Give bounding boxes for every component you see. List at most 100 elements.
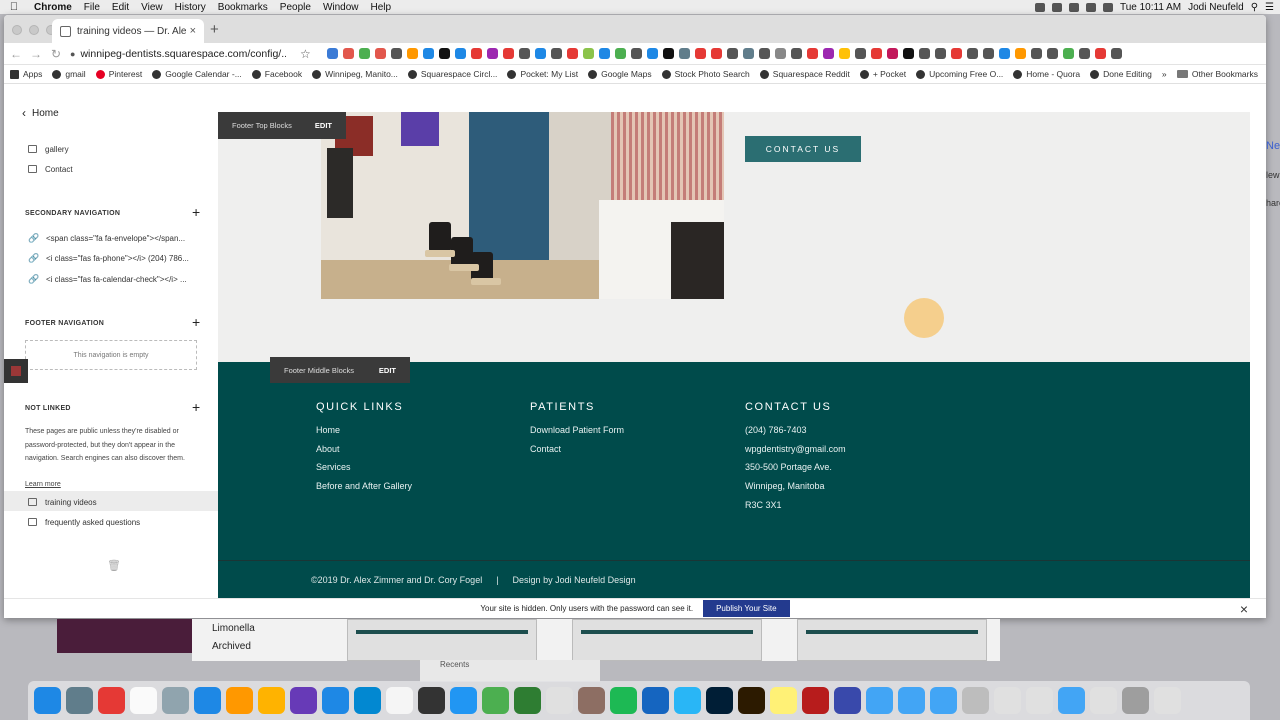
extension-icon[interactable]: [566, 48, 578, 59]
dock-app-icon[interactable]: [322, 687, 349, 714]
battery-icon[interactable]: [1102, 2, 1113, 12]
nav-item-training-videos[interactable]: training videos: [28, 494, 97, 510]
dock-app-icon[interactable]: [610, 687, 637, 714]
reload-icon[interactable]: ↻: [50, 47, 62, 61]
design-credit[interactable]: Design by Jodi Neufeld Design: [513, 575, 636, 585]
back-icon[interactable]: ←: [10, 47, 22, 61]
extension-icon[interactable]: [694, 48, 706, 59]
extension-icon[interactable]: [838, 48, 850, 59]
new-tab-button[interactable]: +: [210, 21, 219, 38]
menu-help[interactable]: Help: [365, 2, 398, 13]
footer-email[interactable]: wpgdentistry@gmail.com: [745, 440, 846, 459]
footer-link-gallery[interactable]: Before and After Gallery: [316, 477, 412, 496]
extension-icon[interactable]: [950, 48, 962, 59]
nav-link-calendar[interactable]: 🔗 <i class="fas fa-calendar-check"></i> .…: [28, 271, 187, 287]
extension-icon[interactable]: [518, 48, 530, 59]
home-back-link[interactable]: ‹ Home: [22, 106, 59, 120]
extension-icon[interactable]: [374, 48, 386, 59]
menu-file[interactable]: File: [78, 2, 106, 13]
extension-icon[interactable]: [486, 48, 498, 59]
extension-icon[interactable]: [982, 48, 994, 59]
extension-icon[interactable]: [710, 48, 722, 59]
extension-icon[interactable]: [470, 48, 482, 59]
add-secondary-link-button[interactable]: +: [192, 204, 200, 220]
extension-icon[interactable]: [598, 48, 610, 59]
menu-view[interactable]: View: [135, 2, 169, 13]
status-tray-icon[interactable]: [1051, 2, 1062, 12]
site-thumbnail[interactable]: [572, 619, 762, 661]
nav-item-contact[interactable]: Contact: [28, 161, 73, 177]
bookmark-item[interactable]: Pinterest: [95, 69, 142, 79]
extension-icon[interactable]: [550, 48, 562, 59]
apple-icon[interactable]: : [0, 1, 28, 13]
extension-icon[interactable]: [822, 48, 834, 59]
extension-icon[interactable]: [918, 48, 930, 59]
dock-app-icon[interactable]: [450, 687, 477, 714]
extension-icon[interactable]: [790, 48, 802, 59]
dock-app-icon[interactable]: [514, 687, 541, 714]
extension-icon[interactable]: [1046, 48, 1058, 59]
site-thumbnail[interactable]: [347, 619, 537, 661]
dock-app-icon[interactable]: [194, 687, 221, 714]
dock-app-icon[interactable]: [642, 687, 669, 714]
extension-icon[interactable]: [390, 48, 402, 59]
extension-icon[interactable]: [758, 48, 770, 59]
limonella-label[interactable]: Limonella: [212, 623, 255, 634]
dock-app-icon[interactable]: [994, 687, 1021, 714]
dock-app-icon[interactable]: [866, 687, 893, 714]
dock-app-icon[interactable]: [290, 687, 317, 714]
extension-icon[interactable]: [502, 48, 514, 59]
contact-us-button[interactable]: CONTACT US: [745, 136, 861, 162]
extension-icon[interactable]: [1014, 48, 1026, 59]
menu-window[interactable]: Window: [317, 2, 365, 13]
dock-app-icon[interactable]: [962, 687, 989, 714]
menu-history[interactable]: History: [169, 2, 212, 13]
menu-edit[interactable]: Edit: [106, 2, 135, 13]
extension-icon[interactable]: [1078, 48, 1090, 59]
dock-app-icon[interactable]: [770, 687, 797, 714]
dock-app-icon[interactable]: [802, 687, 829, 714]
extension-icon[interactable]: [1030, 48, 1042, 59]
footer-link-about[interactable]: About: [316, 440, 412, 459]
record-stop-icon[interactable]: [4, 359, 28, 383]
status-tray-icon[interactable]: [1034, 2, 1045, 12]
dock-app-icon[interactable]: [578, 687, 605, 714]
extension-icon[interactable]: [870, 48, 882, 59]
dock-app-icon[interactable]: [418, 687, 445, 714]
close-window-button[interactable]: [12, 25, 22, 35]
footer-link-home[interactable]: Home: [316, 421, 412, 440]
dock-app-icon[interactable]: [546, 687, 573, 714]
extension-icon[interactable]: [630, 48, 642, 59]
extension-icon[interactable]: [726, 48, 738, 59]
dock-app-icon[interactable]: [162, 687, 189, 714]
tab-training-videos[interactable]: training videos — Dr. Alex Zim ×: [52, 19, 204, 43]
dock-app-icon[interactable]: [258, 687, 285, 714]
footer-link-contact[interactable]: Contact: [530, 440, 624, 459]
dock-app-icon[interactable]: [34, 687, 61, 714]
footer-phone[interactable]: (204) 786-7403: [745, 421, 846, 440]
dock-app-icon[interactable]: [898, 687, 925, 714]
minimize-window-button[interactable]: [29, 25, 39, 35]
forward-icon[interactable]: →: [30, 47, 42, 61]
add-footer-link-button[interactable]: +: [192, 314, 200, 330]
bookmark-item[interactable]: + Pocket: [859, 69, 906, 79]
bookmarks-overflow-button[interactable]: »: [1162, 69, 1167, 79]
add-not-linked-page-button[interactable]: +: [192, 399, 200, 415]
bookmark-item[interactable]: Winnipeg, Manito...: [312, 69, 398, 79]
dock-app-icon[interactable]: [226, 687, 253, 714]
nav-item-faq[interactable]: frequently asked questions: [28, 514, 140, 530]
extension-icon[interactable]: [662, 48, 674, 59]
menu-chrome[interactable]: Chrome: [28, 2, 78, 13]
dock-app-icon[interactable]: [1154, 687, 1181, 714]
nav-link-phone[interactable]: 🔗 <i class="fas fa-phone"></i> (204) 786.…: [28, 250, 189, 266]
dock-app-icon[interactable]: [706, 687, 733, 714]
nav-link-envelope[interactable]: 🔗 <span class="fa fa-envelope"></span...: [28, 230, 185, 246]
dock-app-icon[interactable]: [1058, 687, 1085, 714]
nav-item-gallery[interactable]: gallery: [28, 141, 69, 157]
site-thumbnail[interactable]: [797, 619, 987, 661]
archived-label[interactable]: Archived: [212, 641, 251, 652]
dock-app-icon[interactable]: [1122, 687, 1149, 714]
bookmark-item[interactable]: Facebook: [251, 69, 302, 79]
extension-icon[interactable]: [998, 48, 1010, 59]
bookmark-item[interactable]: Home - Quora: [1013, 69, 1080, 79]
